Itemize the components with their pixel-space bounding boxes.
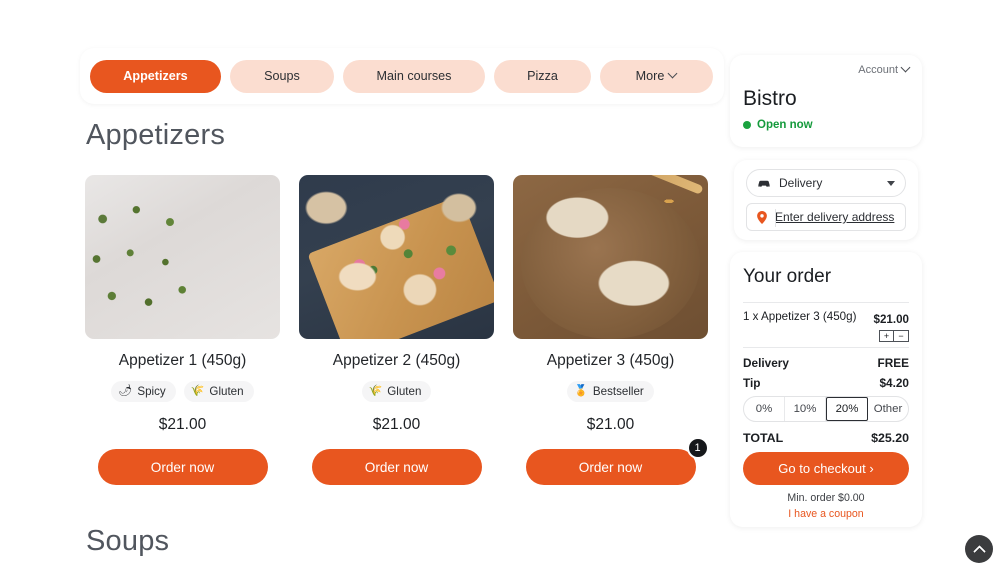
- tip-selector: 0% 10% 20% Other: [743, 396, 909, 422]
- delivery-fee-value: FREE: [877, 356, 909, 370]
- nav-tab-label: Pizza: [527, 69, 558, 83]
- increase-quantity-button[interactable]: +: [879, 330, 894, 342]
- section-heading-soups: Soups: [86, 525, 170, 557]
- store-status: Open now: [743, 119, 813, 131]
- nav-tab-label: Main courses: [376, 69, 452, 83]
- delivery-fee-label: Delivery: [743, 356, 789, 370]
- product-price: $21.00: [158, 416, 207, 433]
- chevron-up-icon: [975, 547, 984, 556]
- product-card: Appetizer 3 (450g) 🏅 Bestseller $21.00 O…: [513, 175, 709, 485]
- quantity-stepper: + −: [874, 330, 909, 342]
- tip-option-20[interactable]: 20%: [826, 397, 868, 421]
- nav-tab-appetizers[interactable]: Appetizers: [90, 59, 221, 93]
- product-image: [299, 175, 494, 339]
- delivery-method-select[interactable]: Delivery: [746, 169, 906, 197]
- car-icon: [758, 180, 770, 187]
- cart-quantity-badge: 1: [686, 437, 709, 459]
- tag-spicy: 🌶 Spicy: [111, 381, 176, 402]
- product-tags: 🏅 Bestseller: [567, 381, 654, 402]
- order-line-item: 1 x Appetizer 3 (450g) $21.00 + −: [743, 310, 909, 342]
- wheat-icon: 🌾: [190, 385, 205, 397]
- tip-value: $4.20: [879, 376, 909, 390]
- product-grid: Appetizer 1 (450g) 🌶 Spicy 🌾 Gluten $21.…: [85, 175, 709, 485]
- product-name: Appetizer 2 (450g): [332, 352, 461, 369]
- product-tags: 🌾 Gluten: [361, 381, 432, 402]
- order-item-name: 1 x Appetizer 3 (450g): [743, 310, 857, 323]
- tag-gluten: 🌾 Gluten: [183, 381, 254, 402]
- product-price: $21.00: [586, 416, 635, 433]
- product-tags: 🌶 Spicy 🌾 Gluten: [111, 381, 254, 402]
- order-now-label: Order now: [578, 459, 643, 475]
- delivery-method-label: Delivery: [779, 176, 823, 190]
- nav-tab-pizza[interactable]: Pizza: [494, 59, 591, 93]
- divider: [743, 302, 909, 303]
- tip-option-other[interactable]: Other: [868, 397, 908, 421]
- nav-tab-main-courses[interactable]: Main courses: [343, 59, 485, 93]
- scroll-to-top-button[interactable]: [965, 535, 993, 563]
- order-now-label: Order now: [364, 459, 429, 475]
- order-total-row: TOTAL $25.20: [743, 431, 909, 445]
- order-item-right: $21.00 + −: [874, 310, 909, 342]
- product-price: $21.00: [372, 416, 421, 433]
- order-now-button[interactable]: Order now 1: [525, 437, 709, 485]
- map-pin-icon: [757, 210, 767, 224]
- order-delivery-row: Delivery FREE: [743, 356, 909, 370]
- delivery-options-panel: Delivery Enter delivery address: [734, 160, 918, 240]
- order-summary-panel: Your order 1 x Appetizer 3 (450g) $21.00…: [730, 252, 922, 527]
- nav-tab-more[interactable]: More: [600, 59, 713, 93]
- order-now-button[interactable]: Order now: [311, 449, 482, 485]
- nav-tab-label: Appetizers: [123, 69, 188, 83]
- divider: [775, 209, 776, 227]
- chevron-down-icon: [902, 64, 910, 72]
- page-root: Appetizers Soups Main courses Pizza More…: [0, 0, 1007, 579]
- product-name: Appetizer 1 (450g): [118, 352, 247, 369]
- honey-dipper-decor: [617, 175, 704, 196]
- status-dot-icon: [743, 121, 751, 129]
- section-heading-appetizers: Appetizers: [86, 119, 226, 151]
- wheat-icon: 🌾: [368, 385, 383, 397]
- product-card: Appetizer 2 (450g) 🌾 Gluten $21.00 Order…: [299, 175, 494, 485]
- decrease-quantity-button[interactable]: −: [894, 330, 909, 342]
- tag-label: Spicy: [137, 385, 166, 398]
- order-panel-title: Your order: [743, 266, 832, 287]
- category-nav: Appetizers Soups Main courses Pizza More: [80, 48, 724, 104]
- product-image: [513, 175, 708, 339]
- account-label: Account: [858, 64, 898, 76]
- total-value: $25.20: [871, 431, 909, 445]
- tag-label: Bestseller: [592, 385, 644, 398]
- order-now-label: Order now: [150, 459, 215, 475]
- chili-pepper-icon: 🌶: [118, 385, 133, 397]
- divider: [743, 347, 909, 348]
- checkout-label: Go to checkout ›: [778, 461, 874, 476]
- tag-label: Gluten: [209, 385, 244, 398]
- store-name: Bistro: [743, 87, 797, 110]
- chevron-down-icon: [887, 180, 895, 186]
- tag-gluten: 🌾 Gluten: [361, 381, 432, 402]
- product-name: Appetizer 3 (450g): [546, 352, 675, 369]
- tag-bestseller: 🏅 Bestseller: [567, 381, 654, 402]
- order-now-button[interactable]: Order now: [97, 449, 268, 485]
- chevron-down-icon: [669, 70, 677, 78]
- product-card: Appetizer 1 (450g) 🌶 Spicy 🌾 Gluten $21.…: [85, 175, 280, 485]
- delivery-address-input[interactable]: Enter delivery address: [746, 203, 906, 231]
- nav-tab-label: Soups: [264, 69, 300, 83]
- nav-tab-soups[interactable]: Soups: [230, 59, 334, 93]
- order-item-price: $21.00: [873, 313, 909, 326]
- medal-icon: 🏅: [574, 385, 588, 397]
- store-info-panel: Account Bistro Open now: [730, 55, 922, 147]
- tip-option-10[interactable]: 10%: [785, 397, 826, 421]
- store-status-label: Open now: [757, 119, 813, 131]
- tip-option-0[interactable]: 0%: [744, 397, 785, 421]
- total-label: TOTAL: [743, 431, 784, 445]
- order-tip-row: Tip $4.20: [743, 376, 909, 390]
- min-order-text: Min. order $0.00: [787, 492, 865, 504]
- account-menu[interactable]: Account: [858, 64, 910, 76]
- coupon-link[interactable]: I have a coupon: [730, 508, 922, 520]
- tag-label: Gluten: [387, 385, 422, 398]
- go-to-checkout-button[interactable]: Go to checkout ›: [743, 452, 909, 485]
- product-image: [85, 175, 280, 339]
- nav-tab-label: More: [635, 69, 665, 83]
- tip-label: Tip: [743, 376, 761, 390]
- delivery-address-label: Enter delivery address: [775, 210, 895, 224]
